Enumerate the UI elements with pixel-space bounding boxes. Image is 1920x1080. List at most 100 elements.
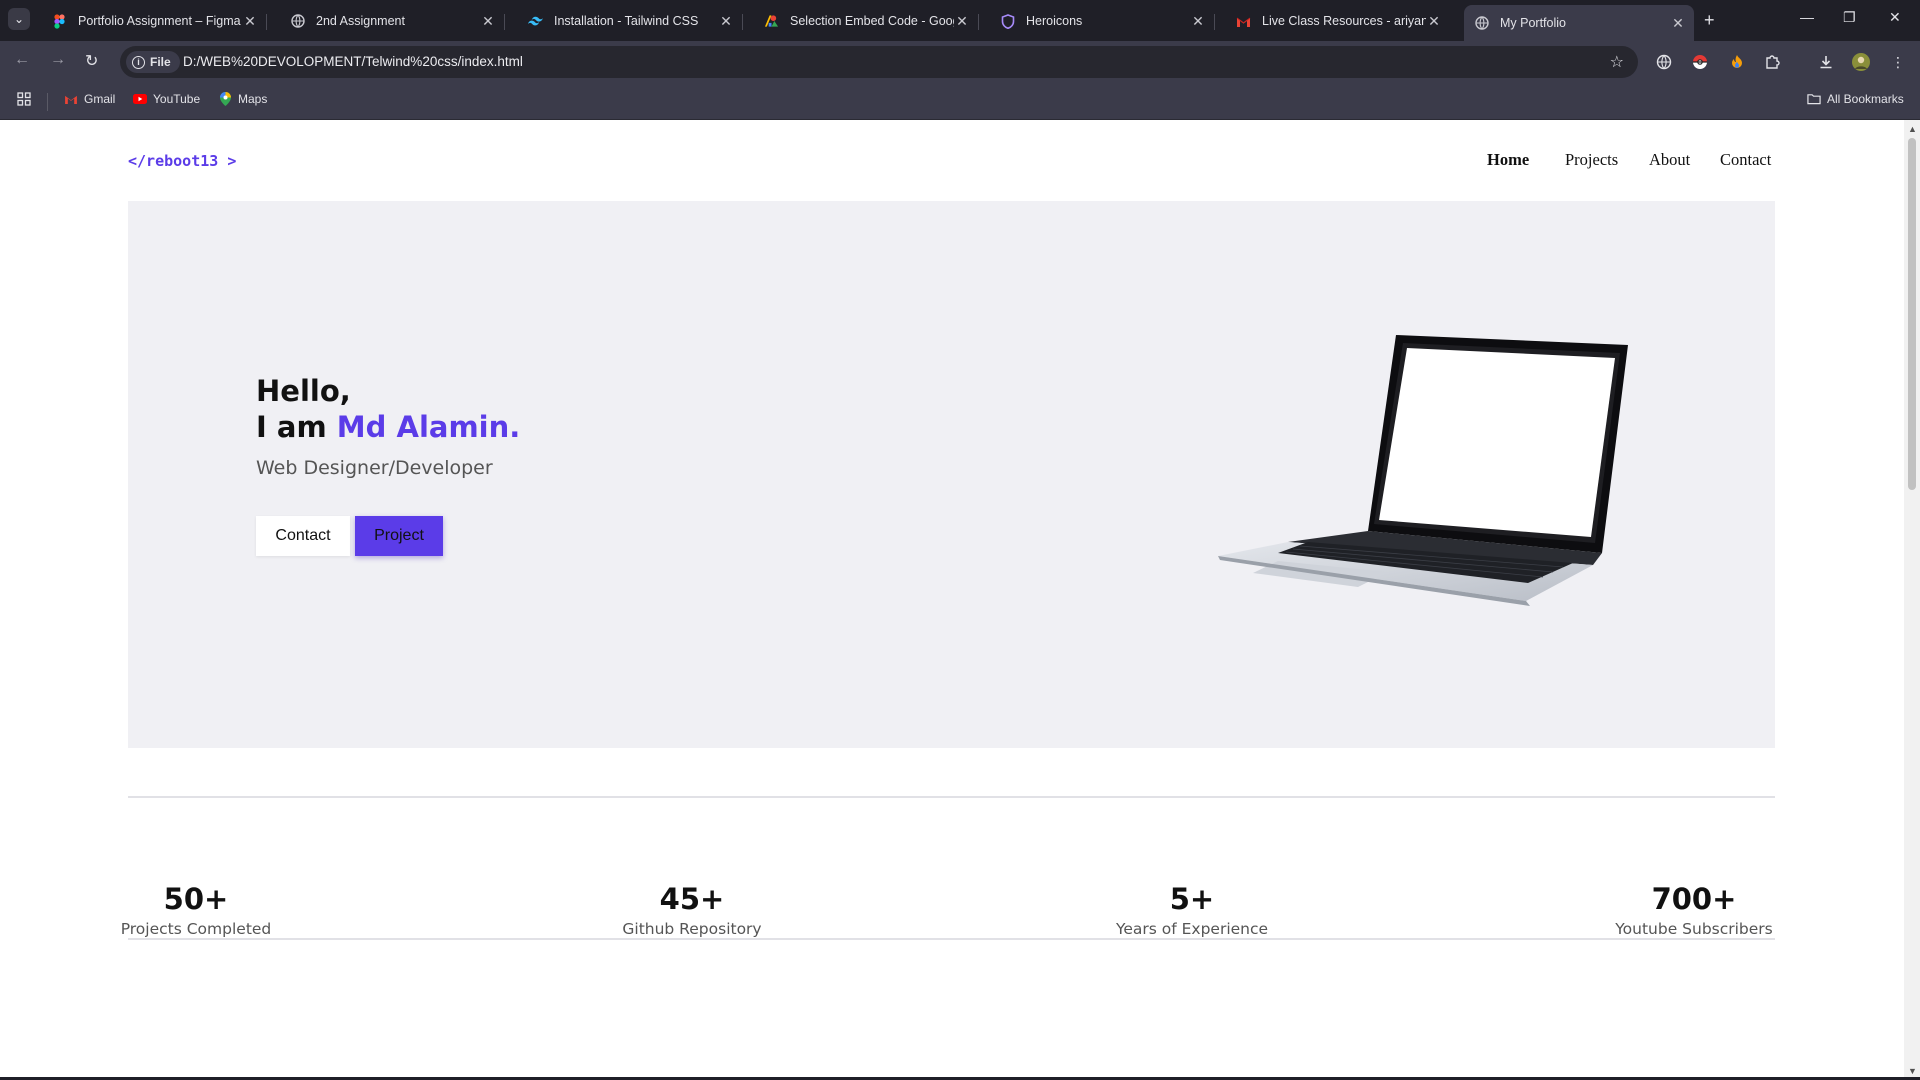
page-viewport: </reboot13 > Home Projects About Contact… — [0, 120, 1904, 1080]
menu-kebab-icon[interactable]: ⋮ — [1889, 53, 1907, 71]
close-icon[interactable]: ✕ — [480, 13, 496, 30]
bookmark-label: YouTube — [153, 92, 201, 106]
hero-section: Hello, I am Md Alamin. Web Designer/Deve… — [128, 201, 1775, 748]
site-logo[interactable]: </reboot13 > — [128, 152, 236, 170]
tab-title: Heroicons — [1026, 14, 1083, 28]
browser-tab[interactable]: Installation - Tailwind CSS ✕ — [518, 7, 743, 35]
bookmarks-separator — [47, 93, 48, 111]
nav-home[interactable]: Home — [1487, 150, 1529, 170]
tab-separator — [266, 14, 267, 30]
page-scrollbar[interactable]: ▲ ▼ — [1904, 120, 1920, 1080]
info-icon: i — [132, 55, 145, 69]
gmail-icon — [1236, 14, 1251, 29]
bookmark-label: Maps — [238, 92, 268, 106]
chevron-down-icon: ⌄ — [13, 12, 25, 26]
hero-intro-text: I am — [256, 410, 337, 444]
project-button[interactable]: Project — [355, 516, 443, 556]
extension-flame-icon[interactable] — [1728, 53, 1746, 71]
reload-icon[interactable]: ↻ — [85, 51, 98, 71]
hero-role: Web Designer/Developer — [256, 457, 493, 479]
close-icon[interactable]: ✕ — [1190, 13, 1206, 30]
nav-about[interactable]: About — [1649, 150, 1690, 170]
browser-tab-strip: ⌄ Portfolio Assignment – Figma ✕ 2nd Ass… — [0, 0, 1920, 41]
all-bookmarks-label: All Bookmarks — [1827, 92, 1904, 106]
scroll-up-arrow-icon[interactable]: ▲ — [1908, 124, 1917, 134]
bookmark-youtube[interactable]: YouTube — [133, 92, 200, 106]
tab-separator — [742, 14, 743, 30]
hero-name: Md Alamin. — [336, 410, 521, 444]
pokeball-extension-icon[interactable] — [1691, 53, 1709, 71]
stat-github: 45+ Github Repository — [612, 882, 772, 938]
tab-separator — [1214, 14, 1215, 30]
tab-title: Live Class Resources - ariyan54 — [1262, 14, 1426, 28]
stat-value: 5+ — [1169, 882, 1215, 916]
stat-label: Github Repository — [622, 920, 762, 938]
profile-avatar[interactable] — [1852, 53, 1870, 71]
browser-tab[interactable]: Portfolio Assignment – Figma ✕ — [42, 7, 267, 35]
stat-projects: 50+ Projects Completed — [116, 882, 276, 938]
stat-label: Years of Experience — [1115, 920, 1269, 938]
window-close-icon[interactable]: ✕ — [1889, 9, 1901, 26]
stat-experience: 5+ Years of Experience — [1112, 882, 1272, 938]
stat-value: 50+ — [163, 882, 229, 916]
all-bookmarks-button[interactable]: All Bookmarks — [1807, 92, 1904, 106]
tab-title: 2nd Assignment — [316, 14, 405, 28]
tab-separator — [504, 14, 505, 30]
stat-label: Youtube Subscribers — [1615, 920, 1773, 938]
stat-label: Projects Completed — [120, 920, 272, 938]
maps-pin-icon — [218, 92, 232, 106]
bookmark-label: Gmail — [84, 92, 116, 106]
tab-title: Installation - Tailwind CSS — [554, 14, 699, 28]
globe-icon — [290, 14, 305, 29]
tailwind-icon — [528, 14, 543, 29]
youtube-icon — [133, 92, 147, 106]
forward-arrow-icon[interactable]: → — [50, 51, 66, 69]
tab-title: Selection Embed Code - Google — [790, 14, 954, 28]
hero-greeting: Hello, — [256, 374, 351, 408]
bookmarks-bar: Gmail YouTube Maps All Bookmarks — [0, 83, 1920, 120]
close-icon[interactable]: ✕ — [954, 13, 970, 30]
bookmark-gmail[interactable]: Gmail — [64, 92, 115, 106]
heroicons-shield-icon — [1000, 13, 1015, 29]
tab-search-button[interactable]: ⌄ — [8, 8, 30, 30]
translate-globe-icon[interactable] — [1655, 53, 1673, 71]
laptop-image — [1208, 321, 1638, 616]
bookmark-maps[interactable]: Maps — [218, 92, 267, 106]
gmail-icon — [64, 92, 78, 106]
browser-tab-active[interactable]: My Portfolio ✕ — [1464, 5, 1694, 41]
hero-intro: I am Md Alamin. — [256, 410, 520, 444]
download-icon[interactable] — [1817, 53, 1835, 71]
close-icon[interactable]: ✕ — [1426, 13, 1442, 30]
nav-contact[interactable]: Contact — [1720, 150, 1771, 170]
restore-icon[interactable]: ❐ — [1843, 9, 1856, 26]
stats-divider-bottom — [128, 938, 1775, 940]
site-info-chip[interactable]: i File — [126, 51, 180, 73]
bookmark-star-icon[interactable]: ☆ — [1610, 52, 1624, 72]
apps-grid-icon[interactable] — [17, 92, 31, 106]
address-bar[interactable]: i File D:/WEB%20DEVOLOPMENT/Telwind%20cs… — [120, 46, 1638, 78]
figma-icon — [52, 13, 67, 29]
close-icon[interactable]: ✕ — [242, 13, 258, 30]
extensions-puzzle-icon[interactable] — [1763, 53, 1781, 71]
stat-value: 700+ — [1651, 882, 1737, 916]
browser-tab[interactable]: 2nd Assignment ✕ — [280, 7, 505, 35]
browser-tab[interactable]: Live Class Resources - ariyan54 ✕ — [1226, 7, 1450, 35]
stat-youtube: 700+ Youtube Subscribers — [1614, 882, 1774, 938]
back-arrow-icon[interactable]: ← — [14, 51, 30, 69]
minimize-icon[interactable]: — — [1800, 9, 1814, 25]
google-fonts-icon — [764, 14, 779, 29]
browser-tab[interactable]: Heroicons ✕ — [990, 7, 1215, 35]
site-info-label: File — [150, 55, 171, 69]
new-tab-plus-icon[interactable]: + — [1704, 10, 1715, 31]
browser-tab[interactable]: Selection Embed Code - Google ✕ — [754, 7, 979, 35]
close-icon[interactable]: ✕ — [1670, 15, 1686, 32]
scroll-down-arrow-icon[interactable]: ▼ — [1908, 1066, 1917, 1076]
stats-divider-top — [128, 796, 1775, 798]
contact-button[interactable]: Contact — [256, 516, 350, 556]
close-icon[interactable]: ✕ — [718, 13, 734, 30]
browser-toolbar: ← → ↻ i File D:/WEB%20DEVOLOPMENT/Telwin… — [0, 41, 1920, 83]
scroll-thumb[interactable] — [1908, 138, 1916, 490]
url-text[interactable]: D:/WEB%20DEVOLOPMENT/Telwind%20css/index… — [183, 54, 523, 69]
nav-projects[interactable]: Projects — [1565, 150, 1618, 170]
stat-value: 45+ — [659, 882, 725, 916]
